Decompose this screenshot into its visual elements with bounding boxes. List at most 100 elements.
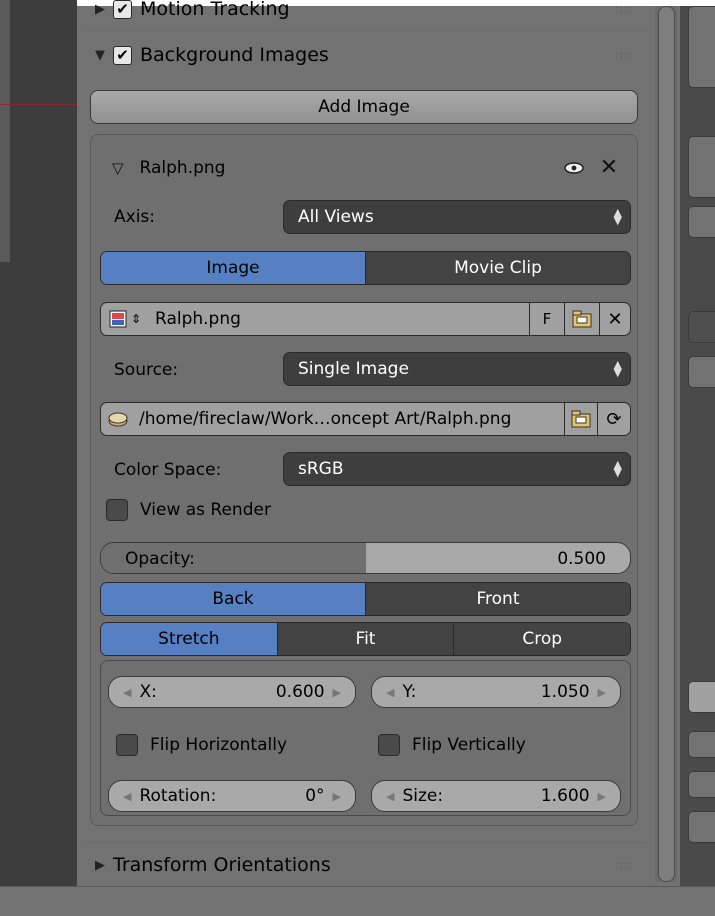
chevron-updown-icon: ▲ ▼ [613, 458, 622, 479]
image-item-name: Ralph.png [139, 158, 226, 178]
tab-image[interactable]: Image [101, 252, 366, 284]
viewport-axis-line [0, 104, 77, 105]
source-label: Source: [114, 360, 179, 380]
adjacent-editor [680, 6, 715, 886]
collapse-triangle-icon[interactable]: ▼ [95, 48, 105, 63]
flip-vertically-label: Flip Vertically [412, 735, 526, 755]
color-space-dropdown[interactable]: sRGB ▲ ▼ [283, 452, 631, 486]
tab-back[interactable]: Back [101, 583, 366, 615]
3d-viewport[interactable] [0, 0, 77, 886]
adjacent-control[interactable] [688, 731, 715, 758]
tab-fit[interactable]: Fit [277, 623, 455, 655]
chevron-updown-icon: ▲ ▼ [613, 206, 622, 227]
adjacent-control[interactable] [688, 811, 715, 843]
depth-tabs[interactable]: Back Front [100, 582, 631, 616]
checkbox-background-images[interactable]: ✔ [113, 45, 132, 65]
rotation-label: Rotation: [139, 786, 217, 806]
decrement-arrow-icon[interactable]: ◀ [386, 790, 394, 803]
offset-y-field[interactable]: ◀ Y: 1.050 ▶ [371, 676, 621, 708]
chevron-updown-icon: ▲ ▼ [613, 358, 622, 379]
size-field[interactable]: ◀ Size: 1.600 ▶ [371, 780, 621, 812]
x-value: 0.600 [275, 682, 325, 702]
color-space-value: sRGB [298, 459, 344, 479]
size-value: 1.600 [540, 786, 590, 806]
panel-scrollbar[interactable] [655, 6, 677, 882]
checkbox-box[interactable] [116, 734, 138, 756]
drag-grip-icon[interactable]: :::: [615, 860, 632, 871]
image-datablock-field[interactable]: ⇕ Ralph.png F ✕ [100, 302, 631, 336]
adjacent-control[interactable] [688, 136, 715, 198]
decrement-arrow-icon[interactable]: ◀ [386, 686, 394, 699]
fake-user-button[interactable]: F [529, 303, 564, 335]
flip-horizontally-label: Flip Horizontally [150, 735, 288, 755]
opacity-value: 0.500 [557, 549, 606, 569]
checkbox-motion-tracking[interactable]: ✔ [113, 0, 132, 19]
collapse-triangle-icon[interactable]: ▽ [112, 159, 124, 177]
folder-icon[interactable] [564, 303, 599, 335]
x-label: X: [139, 682, 157, 702]
tab-movie-clip[interactable]: Movie Clip [366, 252, 630, 284]
datablock-name: Ralph.png [155, 309, 241, 329]
section-header-motion-tracking[interactable]: ▶ ✔ Motion Tracking [95, 0, 290, 22]
drag-grip-icon[interactable]: :::: [615, 50, 632, 61]
filepath-value: /home/fireclaw/Work…oncept Art/Ralph.png [139, 409, 512, 429]
tab-crop[interactable]: Crop [454, 623, 630, 655]
checkbox-box[interactable] [106, 499, 128, 521]
eye-icon[interactable] [562, 156, 586, 180]
panel-footer [0, 886, 715, 916]
rotation-value: 0° [305, 786, 325, 806]
unlink-close-icon[interactable]: ✕ [599, 303, 630, 335]
divider [84, 30, 646, 31]
section-header-background-images[interactable]: ▼ ✔ Background Images [95, 40, 329, 70]
scrollbar-thumb[interactable] [658, 6, 675, 882]
adjacent-control[interactable] [688, 206, 715, 238]
section-title: Background Images [140, 44, 329, 66]
source-type-tabs[interactable]: Image Movie Clip [100, 251, 631, 285]
decrement-arrow-icon[interactable]: ◀ [123, 790, 131, 803]
size-label: Size: [402, 786, 444, 806]
axis-dropdown[interactable]: All Views ▲ ▼ [283, 200, 631, 234]
tab-front[interactable]: Front [366, 583, 630, 615]
source-dropdown[interactable]: Single Image ▲ ▼ [283, 352, 631, 386]
increment-arrow-icon[interactable]: ▶ [333, 790, 341, 803]
add-image-button[interactable]: Add Image [90, 90, 638, 124]
adjacent-control[interactable] [688, 681, 715, 713]
source-value: Single Image [298, 359, 409, 379]
y-value: 1.050 [540, 682, 590, 702]
folder-icon[interactable] [564, 403, 597, 435]
section-header-transform-orientations[interactable]: ▶ Transform Orientations [95, 850, 331, 880]
checkbox-box[interactable] [378, 734, 400, 756]
image-icon[interactable] [107, 309, 129, 329]
view-as-render-checkbox[interactable]: View as Render [106, 498, 271, 522]
adjacent-control[interactable] [688, 356, 715, 388]
image-item-header[interactable]: ▽ Ralph.png [112, 156, 225, 180]
decrement-arrow-icon[interactable]: ◀ [123, 686, 131, 699]
opacity-slider[interactable]: Opacity: 0.500 [100, 542, 631, 574]
flip-horizontally-checkbox[interactable]: Flip Horizontally [116, 733, 287, 757]
file-icon [107, 409, 129, 429]
offset-x-field[interactable]: ◀ X: 0.600 ▶ [108, 676, 356, 708]
tab-stretch[interactable]: Stretch [101, 623, 278, 655]
opacity-label: Opacity: [125, 549, 195, 569]
frame-method-tabs[interactable]: Stretch Fit Crop [100, 622, 631, 656]
section-title: Motion Tracking [140, 0, 290, 20]
filepath-field[interactable]: /home/fireclaw/Work…oncept Art/Ralph.png… [100, 402, 631, 436]
flip-vertically-checkbox[interactable]: Flip Vertically [378, 733, 526, 757]
expand-triangle-icon[interactable]: ▶ [95, 2, 105, 17]
chevron-updown-icon[interactable]: ⇕ [131, 312, 141, 326]
adjacent-control[interactable] [688, 311, 715, 343]
increment-arrow-icon[interactable]: ▶ [333, 686, 341, 699]
reload-icon[interactable]: ⟳ [597, 403, 630, 435]
drag-grip-icon[interactable]: :::: [615, 4, 632, 15]
axis-value: All Views [298, 207, 374, 227]
adjacent-control[interactable] [688, 771, 715, 798]
expand-triangle-icon[interactable]: ▶ [95, 858, 105, 873]
increment-arrow-icon[interactable]: ▶ [598, 790, 606, 803]
adjacent-control[interactable] [688, 6, 715, 88]
axis-label: Axis: [114, 207, 155, 227]
y-label: Y: [402, 682, 417, 702]
rotation-field[interactable]: ◀ Rotation: 0° ▶ [108, 780, 356, 812]
increment-arrow-icon[interactable]: ▶ [598, 686, 606, 699]
close-icon[interactable]: ✕ [596, 154, 622, 180]
color-space-label: Color Space: [114, 460, 222, 480]
